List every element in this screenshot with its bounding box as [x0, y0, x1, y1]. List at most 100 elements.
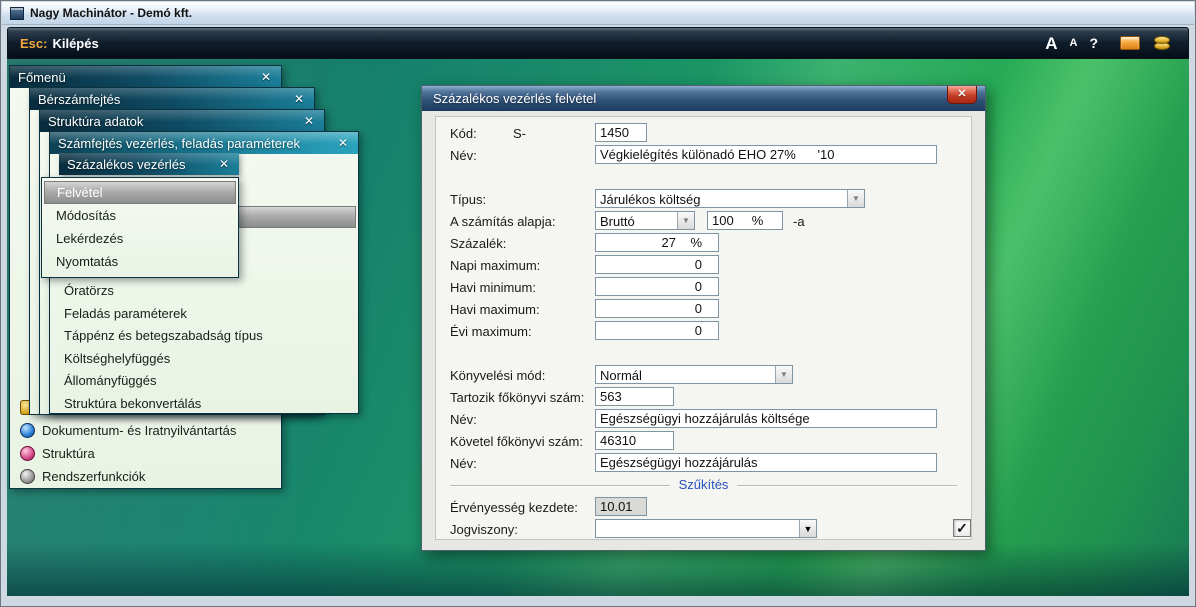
gear-icon: [20, 469, 35, 484]
szamfejtes-vezerles-title: Számfejtés vezérlés, feladás paraméterek: [58, 136, 300, 151]
konyvelesi-dropdown[interactable]: Normál ▼: [595, 365, 793, 384]
struktura-adatok-titlebar[interactable]: Struktúra adatok ✕: [40, 110, 324, 132]
nev1-input[interactable]: [595, 145, 937, 164]
dialog-title: Százalékos vezérlés felvétel: [433, 91, 596, 106]
havi-min-input[interactable]: [595, 277, 719, 296]
close-icon[interactable]: ✕: [259, 70, 273, 84]
fomenu-title: Főmenü: [18, 70, 66, 85]
menu-item-struktura-bekonvertalas[interactable]: Struktúra bekonvertálás: [52, 392, 356, 414]
menu-item-tappenz[interactable]: Táppénz és betegszabadság típus: [52, 324, 356, 346]
menu-item-modositas[interactable]: Módosítás: [44, 204, 236, 227]
alap-dropdown-value: Bruttó: [600, 214, 675, 229]
jogviszony-label: Jogviszony:: [450, 522, 518, 537]
szazalekos-vezerles-titlebar[interactable]: Százalékos vezérlés ✕: [59, 153, 239, 175]
tartozik-label: Tartozik főkönyvi szám:: [450, 390, 584, 405]
menu-item-lekerdezes[interactable]: Lekérdezés: [44, 227, 236, 250]
nev3-label: Név:: [450, 456, 477, 471]
menu-item-feladas-parameterek[interactable]: Feladás paraméterek: [52, 302, 356, 324]
ervenyesseg-label: Érvényesség kezdete:: [450, 500, 578, 515]
kovetel-input[interactable]: [595, 431, 674, 450]
kovetel-label: Követel főkönyvi szám:: [450, 434, 583, 449]
jogviszony-dropdown[interactable]: ▼: [595, 519, 817, 538]
exit-button[interactable]: Esc: Kilépés: [20, 28, 99, 58]
dialog-form: Kód: S- Név: Típus: Járulékos költség ▼ …: [435, 116, 972, 540]
fomenu-titlebar[interactable]: Főmenü ✕: [10, 66, 281, 88]
close-icon[interactable]: ✕: [302, 114, 316, 128]
nev3-input[interactable]: [595, 453, 937, 472]
berszamfejtes-titlebar[interactable]: Bérszámfejtés ✕: [30, 88, 314, 110]
chevron-down-icon[interactable]: ▼: [775, 366, 792, 383]
help-button[interactable]: ?: [1089, 36, 1098, 50]
row-nev1: Név:: [436, 145, 971, 167]
font-increase-button[interactable]: A: [1045, 35, 1057, 52]
row-kovetel: Követel főkönyvi szám:: [436, 431, 971, 453]
confirm-checkbox[interactable]: ✓: [953, 519, 971, 537]
kod-prefix: S-: [513, 126, 526, 141]
chevron-down-icon[interactable]: ▼: [799, 520, 816, 537]
napi-max-input[interactable]: [595, 255, 719, 274]
envelope-icon: [1120, 36, 1140, 50]
szazalekos-vezerles-menu: Felvétel Módosítás Lekérdezés Nyomtatás: [41, 177, 239, 278]
fomenu-item-label: Rendszerfunkciók: [42, 469, 145, 484]
szazalek-input[interactable]: [595, 233, 719, 252]
havi-min-label: Havi minimum:: [450, 280, 536, 295]
nev2-input[interactable]: [595, 409, 937, 428]
kod-label: Kód:: [450, 126, 477, 141]
alap-label: A számítás alapja:: [450, 214, 556, 229]
structure-icon: [20, 446, 35, 461]
close-icon[interactable]: ✕: [336, 136, 350, 150]
menu-item-felvetel[interactable]: Felvétel: [44, 181, 236, 204]
havi-max-input[interactable]: [595, 299, 719, 318]
fomenu-item-dokumentum[interactable]: Dokumentum- és Iratnyilvántartás: [12, 419, 279, 442]
szamfejtes-vezerles-titlebar[interactable]: Számfejtés vezérlés, feladás paraméterek…: [50, 132, 358, 154]
kod-input[interactable]: [595, 123, 647, 142]
menu-item-oratorzs[interactable]: Óratörzs: [52, 279, 356, 301]
dialog-close-button[interactable]: ✕: [947, 86, 977, 104]
row-szamitas-alapja: A számítás alapja: Bruttó ▼ -a: [436, 211, 971, 233]
close-icon[interactable]: ✕: [217, 157, 231, 171]
row-konyvelesi-mod: Könyvelési mód: Normál ▼: [436, 365, 971, 387]
toolbar-right-group: A A ?: [1045, 28, 1172, 58]
coins-icon: [1152, 35, 1172, 51]
fomenu-item-label: Dokumentum- és Iratnyilvántartás: [42, 423, 236, 438]
alap-dropdown[interactable]: Bruttó ▼: [595, 211, 695, 230]
font-decrease-button[interactable]: A: [1069, 38, 1077, 49]
close-icon[interactable]: ✕: [292, 92, 306, 106]
dialog-szazalekos-felvetel: Százalékos vezérlés felvétel ✕ Kód: S- N…: [421, 85, 986, 551]
evi-max-input[interactable]: [595, 321, 719, 340]
evi-max-label: Évi maximum:: [450, 324, 532, 339]
menu-item-nyomtatas[interactable]: Nyomtatás: [44, 250, 236, 273]
exit-label: Kilépés: [52, 36, 98, 51]
fomenu-item-rendszerfunkciok[interactable]: Rendszerfunkciók: [12, 465, 279, 488]
ervenyesseg-input[interactable]: [595, 497, 647, 516]
dialog-titlebar[interactable]: Százalékos vezérlés felvétel: [422, 86, 985, 111]
esc-key-label: Esc:: [20, 36, 47, 51]
row-tartozik: Tartozik főkönyvi szám:: [436, 387, 971, 409]
row-jogviszony: Jogviszony: ▼: [436, 519, 971, 541]
tartozik-input[interactable]: [595, 387, 674, 406]
chevron-down-icon[interactable]: ▼: [847, 190, 864, 207]
row-szazalek: Százalék:: [436, 233, 971, 255]
chevron-down-icon[interactable]: ▼: [677, 212, 694, 229]
row-kod: Kód: S-: [436, 123, 971, 145]
app-icon: [10, 7, 24, 20]
alap-percent-input[interactable]: [707, 211, 783, 230]
szazalekos-vezerles-title: Százalékos vezérlés: [67, 157, 186, 172]
messages-button[interactable]: [1120, 36, 1140, 50]
main-toolbar: Esc: Kilépés A A ?: [7, 27, 1189, 59]
fomenu-item-struktura[interactable]: Struktúra: [12, 442, 279, 465]
konyvelesi-label: Könyvelési mód:: [450, 368, 545, 383]
row-ervenyesseg: Érvényesség kezdete:: [436, 497, 971, 519]
app-window: Nagy Machinátor - Demó kft. Esc: Kilépés…: [0, 0, 1196, 607]
berszamfejtes-title: Bérszámfejtés: [38, 92, 120, 107]
coins-button[interactable]: [1152, 35, 1172, 51]
menu-item-koltseghelyfugges[interactable]: Költséghelyfüggés: [52, 347, 356, 369]
tipus-value: Járulékos költség: [600, 192, 845, 207]
menu-item-allomanyfugges[interactable]: Állományfüggés: [52, 369, 356, 391]
tipus-dropdown[interactable]: Járulékos költség ▼: [595, 189, 865, 208]
row-evi-maximum: Évi maximum:: [436, 321, 971, 343]
konyvelesi-value: Normál: [600, 368, 773, 383]
nev1-label: Név:: [450, 148, 477, 163]
window-titlebar: Nagy Machinátor - Demó kft.: [2, 2, 1194, 25]
row-havi-maximum: Havi maximum:: [436, 299, 971, 321]
